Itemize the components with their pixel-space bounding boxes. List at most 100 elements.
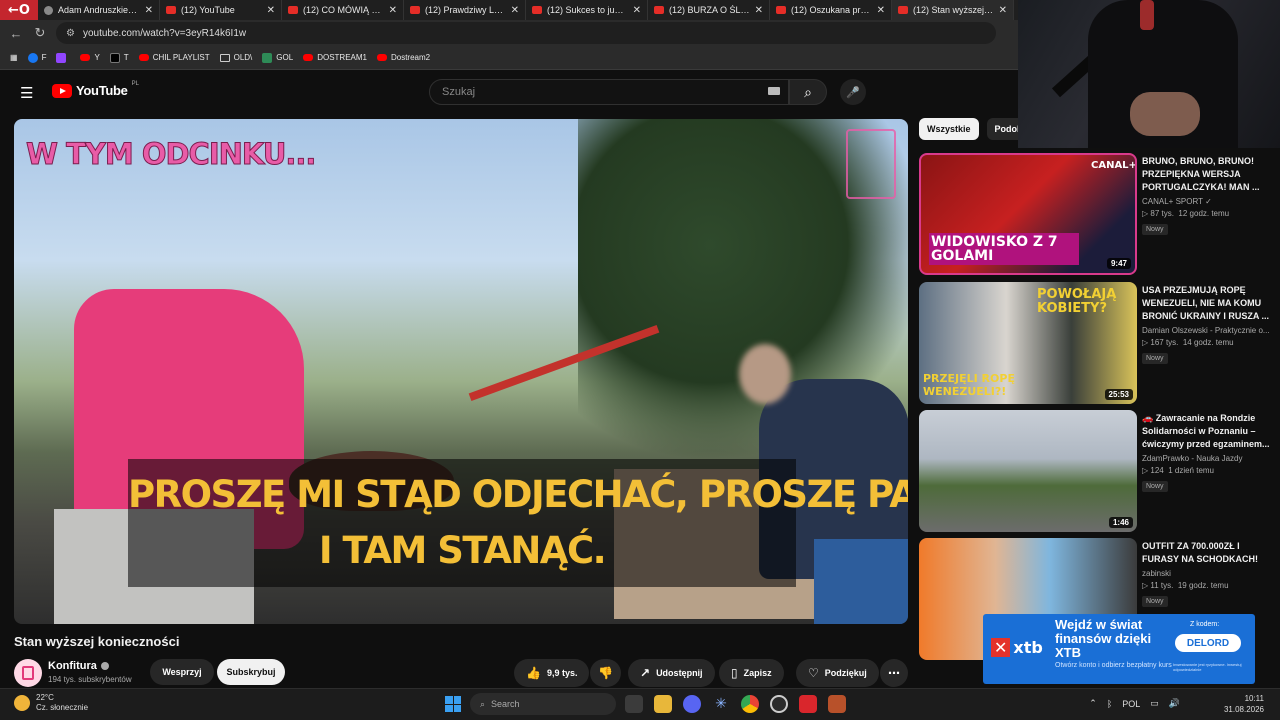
close-icon[interactable]: ✕ bbox=[267, 5, 275, 16]
video-title[interactable]: 🚗 Zawracanie na Rondzie Solidarności w P… bbox=[1142, 412, 1270, 451]
recommended-video[interactable]: 1:46 🚗 Zawracanie na Rondzie Solidarnośc… bbox=[919, 410, 1270, 534]
person-icon bbox=[44, 5, 53, 15]
bookmark[interactable]: T bbox=[109, 52, 129, 63]
tab-title: (12) Stan wyższej kon bbox=[913, 5, 994, 15]
video-meta: ▷ 124 1 dzień temu bbox=[1142, 466, 1270, 475]
ad-description: Otwórz konto i odbierz bezpłatny kurs bbox=[1055, 662, 1172, 669]
channel-label: CANAL+ SPORT bbox=[1142, 197, 1203, 206]
browser-tab[interactable]: (12) Sukces to już nie ✕ bbox=[526, 0, 648, 20]
xtb-ad-banner[interactable]: ✕ xtb Wejdź w świat finansów dzięki XTB O… bbox=[983, 614, 1255, 684]
reload-icon[interactable]: ↻ bbox=[32, 25, 48, 41]
channel-name[interactable]: CANAL+ SPORT ✓ bbox=[1142, 197, 1270, 206]
bookmark[interactable]: F bbox=[27, 52, 46, 63]
close-icon[interactable]: ✕ bbox=[511, 5, 519, 16]
bookmark[interactable]: Dostream2 bbox=[376, 53, 431, 62]
language-indicator[interactable]: POL bbox=[1122, 699, 1140, 709]
video-title[interactable]: USA PRZEJMUJĄ ROPĘ WENEZUELI, NIE MA KOM… bbox=[1142, 284, 1270, 323]
app-icon[interactable] bbox=[799, 695, 817, 713]
browser-tab-active[interactable]: (12) Stan wyższej kon ✕ bbox=[892, 0, 1014, 20]
recommended-video[interactable]: CANAL+ WIDOWISKO Z 7 GOLAMI 9:47 BRUNO, … bbox=[919, 153, 1269, 277]
bookmark-label: Dostream2 bbox=[390, 53, 431, 62]
video-thumbnail[interactable]: POWOŁAJĄ KOBIETY? PRZEJĘLI ROPĘ WENEZUEL… bbox=[919, 282, 1137, 404]
share-button[interactable]: ↗ Udostępnij bbox=[628, 659, 715, 687]
bookmark[interactable]: DOSTREAM1 bbox=[303, 53, 367, 62]
close-icon[interactable]: ✕ bbox=[633, 5, 641, 16]
bookmark[interactable]: GOL bbox=[262, 52, 293, 63]
taskbar-search[interactable]: ⌕ Search bbox=[470, 693, 616, 715]
bookmark[interactable] bbox=[56, 52, 70, 63]
weather-widget[interactable]: 22°C Cz. słonecznie bbox=[14, 693, 88, 713]
channel-name-link[interactable]: Konfitura bbox=[48, 660, 109, 672]
file-explorer-icon[interactable] bbox=[654, 695, 672, 713]
search-button[interactable]: ⌕ bbox=[789, 79, 827, 105]
bluetooth-icon[interactable]: ᛒ bbox=[1107, 699, 1112, 709]
xtb-x-icon: ✕ bbox=[991, 638, 1011, 657]
bookmark-folder[interactable]: OLD\ bbox=[219, 53, 252, 62]
back-icon[interactable]: ← bbox=[8, 26, 24, 41]
close-icon[interactable]: ✕ bbox=[389, 5, 397, 16]
more-actions-button[interactable]: ⋯ bbox=[880, 659, 908, 687]
obs-icon[interactable] bbox=[770, 695, 788, 713]
streamer-webcam bbox=[1018, 0, 1280, 148]
upload-age: 19 godz. temu bbox=[1177, 581, 1229, 590]
network-icon[interactable]: ▭ bbox=[1150, 698, 1159, 709]
discord-icon[interactable] bbox=[683, 695, 701, 713]
browser-tab[interactable]: (12) BURZA O ŚLUBY ✕ bbox=[648, 0, 770, 20]
video-title[interactable]: BRUNO, BRUNO, BRUNO! PRZEPIĘKNA WERSJA P… bbox=[1142, 155, 1270, 194]
support-button[interactable]: Wesprzyj bbox=[150, 659, 214, 685]
channel-name: Konfitura bbox=[48, 660, 97, 672]
tab-title: (12) CO MÓWIĄ O TU bbox=[303, 5, 384, 15]
browser-tab[interactable]: (12) Prawdziwy Lomb ✕ bbox=[404, 0, 526, 20]
close-icon[interactable]: ✕ bbox=[877, 5, 885, 16]
video-thumbnail[interactable]: CANAL+ WIDOWISKO Z 7 GOLAMI 9:47 bbox=[919, 153, 1137, 275]
microphone-icon: 🎤 bbox=[846, 86, 860, 99]
like-button[interactable]: 👍 9,9 tys. bbox=[514, 659, 590, 687]
browser-tab[interactable]: (12) Oszukana prezen ✕ bbox=[770, 0, 892, 20]
browser-tab[interactable]: (12) CO MÓWIĄ O TU ✕ bbox=[282, 0, 404, 20]
close-icon[interactable]: ✕ bbox=[755, 5, 763, 16]
browser-tab[interactable]: (12) YouTube ✕ bbox=[160, 0, 282, 20]
bookmark[interactable]: Y bbox=[80, 53, 100, 62]
youtube-logo[interactable]: YouTube PL bbox=[52, 81, 139, 98]
channel-avatar[interactable] bbox=[14, 659, 42, 687]
video-info: BRUNO, BRUNO, BRUNO! PRZEPIĘKNA WERSJA P… bbox=[1142, 155, 1270, 236]
views-icon: ▷ bbox=[1142, 581, 1149, 590]
search-input[interactable]: Szukaj bbox=[429, 79, 789, 105]
ad-promo-code[interactable]: DELORD bbox=[1175, 634, 1241, 652]
video-thumbnail[interactable]: 1:46 bbox=[919, 410, 1137, 532]
clock[interactable]: 10:11 31.08.2026 bbox=[1224, 693, 1264, 715]
app-icon[interactable] bbox=[828, 695, 846, 713]
volume-icon[interactable]: 🔊 bbox=[1169, 698, 1180, 709]
video-player[interactable]: W TYM ODCINKU... PROSZĘ MI STĄD ODJECHAĆ… bbox=[14, 119, 908, 624]
windows-start-icon[interactable] bbox=[445, 696, 461, 712]
country-code: PL bbox=[131, 81, 139, 87]
close-icon[interactable]: ✕ bbox=[145, 5, 153, 16]
voice-search-button[interactable]: 🎤 bbox=[840, 79, 866, 105]
recommended-video[interactable]: POWOŁAJĄ KOBIETY? PRZEJĘLI ROPĘ WENEZUEL… bbox=[919, 282, 1270, 406]
url-field[interactable]: ⚙ youtube.com/watch?v=3eyR14k6I1w bbox=[56, 22, 996, 44]
task-view-icon[interactable] bbox=[625, 695, 643, 713]
menu-icon[interactable]: ☰ bbox=[20, 84, 33, 102]
channel-name[interactable]: zabinski bbox=[1142, 569, 1270, 578]
subscribe-button[interactable]: Subskrybuj bbox=[217, 659, 285, 685]
bookmark-icon: ▯ bbox=[731, 666, 738, 680]
new-badge: Nowy bbox=[1142, 224, 1168, 235]
sparkle-icon[interactable]: ✳ bbox=[712, 695, 730, 713]
thanks-button[interactable]: ♡ Podziękuj bbox=[796, 659, 879, 687]
chrome-icon[interactable] bbox=[741, 695, 759, 713]
chevron-up-icon[interactable]: ⌃ bbox=[1089, 698, 1097, 709]
bookmark[interactable]: CHIL PLAYLIST bbox=[138, 53, 210, 62]
chip-all[interactable]: Wszystkie bbox=[919, 118, 979, 140]
keyboard-icon[interactable] bbox=[768, 87, 780, 95]
video-title[interactable]: OUTFIT ZA 700.000ZŁ I FURASY NA SCHODKAC… bbox=[1142, 540, 1270, 566]
channel-name[interactable]: ZdamPrawko - Nauka Jazdy bbox=[1142, 454, 1270, 463]
tab-title: (12) YouTube bbox=[181, 5, 235, 15]
site-settings-icon[interactable]: ⚙ bbox=[66, 28, 75, 39]
channel-name[interactable]: Damian Olszewski - Praktycznie o... bbox=[1142, 326, 1270, 335]
dislike-button[interactable]: 👎 bbox=[590, 659, 621, 687]
apps-grid-icon[interactable]: ▦ bbox=[10, 53, 18, 62]
gol-icon bbox=[262, 52, 273, 63]
save-button[interactable]: ▯ Zapisz bbox=[719, 659, 784, 687]
close-icon[interactable]: ✕ bbox=[999, 5, 1007, 16]
browser-tab[interactable]: Adam Andruszkiewic ✕ bbox=[38, 0, 160, 20]
